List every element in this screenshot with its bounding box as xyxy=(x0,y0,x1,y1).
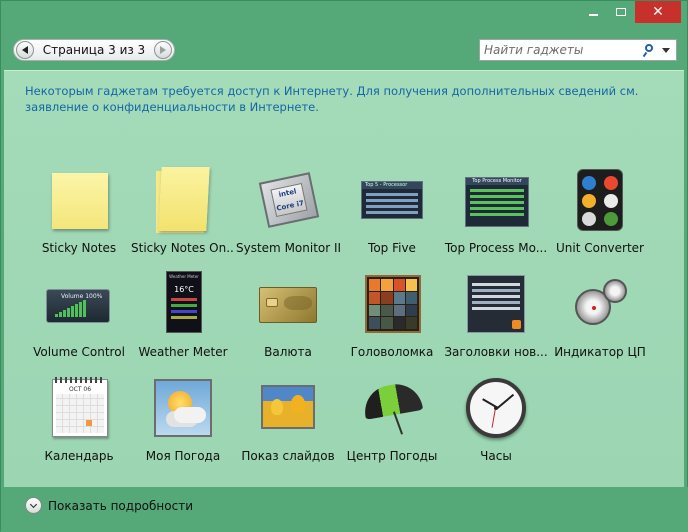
gadget-slideshow[interactable]: Показ слайдов xyxy=(236,375,340,463)
my-weather-icon xyxy=(150,375,216,441)
maximize-icon xyxy=(616,8,626,16)
currency-card-icon xyxy=(255,271,321,337)
gadget-system-monitor[interactable]: intel Core i7 System Monitor II xyxy=(236,167,340,255)
weather-meter-icon: Weather Meter 16°C xyxy=(150,271,216,337)
gadget-top-five[interactable]: Top 5 - Processor Top Five xyxy=(340,167,444,255)
gadget-panel: Некоторым гаджетам требуется доступ к Ин… xyxy=(4,70,684,487)
toolbar: Страница 3 из 3 xyxy=(13,39,677,61)
gadget-sticky-notes[interactable]: Sticky Notes xyxy=(27,167,131,255)
details-bar: Показать подробности xyxy=(1,487,688,532)
show-details-label: Показать подробности xyxy=(48,498,193,513)
gadget-label: Часы xyxy=(480,449,512,463)
internet-notice: Некоторым гаджетам требуется доступ к Ин… xyxy=(25,83,665,115)
top-five-icon: Top 5 - Processor xyxy=(359,167,425,233)
cpu-chip-icon: intel Core i7 xyxy=(255,167,321,233)
gadget-currency[interactable]: Валюта xyxy=(236,271,340,359)
gadget-gallery-window: ✕ Страница 3 из 3 Некоторым гаджетам тре… xyxy=(0,0,688,532)
gadget-label: Заголовки нов... xyxy=(444,345,548,359)
gadget-unit-converter[interactable]: Unit Converter xyxy=(548,167,652,255)
calendar-icon: OCT 06 xyxy=(46,375,112,441)
search-icon[interactable] xyxy=(642,43,657,58)
gadget-label: Volume Control xyxy=(33,345,125,359)
close-icon: ✕ xyxy=(652,4,664,20)
page-navigator: Страница 3 из 3 xyxy=(13,39,175,61)
gadget-volume-control[interactable]: Volume 100% Volume Control xyxy=(27,271,131,359)
gadget-my-weather[interactable]: Моя Погода xyxy=(131,375,235,463)
arrow-left-icon xyxy=(22,46,28,54)
gadget-label: Моя Погода xyxy=(145,449,221,463)
maximize-button[interactable] xyxy=(607,1,635,23)
cpu-meter-icon xyxy=(567,271,633,337)
show-details-button[interactable]: Показать подробности xyxy=(25,497,193,514)
weather-center-umbrella-icon xyxy=(359,375,425,441)
chevron-down-icon xyxy=(25,497,42,514)
gadget-weather-center[interactable]: Центр Погоды xyxy=(340,375,444,463)
puzzle-icon xyxy=(359,271,425,337)
gadget-sticky-notes-online[interactable]: Sticky Notes On... xyxy=(131,167,235,255)
gadget-label: Top Five xyxy=(368,241,416,255)
search-options-chevron-down-icon[interactable] xyxy=(659,43,673,57)
gadget-label: Sticky Notes On... xyxy=(131,241,235,255)
gadget-weather-meter[interactable]: Weather Meter 16°C Weather Meter xyxy=(131,271,235,359)
gadget-label: Sticky Notes xyxy=(41,241,117,255)
gadget-news-headlines[interactable]: Заголовки нов... xyxy=(444,271,548,359)
search-box xyxy=(479,39,677,61)
gadget-clock[interactable]: Часы xyxy=(444,375,548,463)
gadget-label: Календарь xyxy=(44,449,114,463)
gadget-calendar[interactable]: OCT 06 Календарь xyxy=(27,375,131,463)
top-process-monitor-icon: Top Process Monitor xyxy=(463,167,529,233)
next-page-button[interactable] xyxy=(154,41,172,59)
gadget-label: Центр Погоды xyxy=(346,449,438,463)
gadget-label: Валюта xyxy=(264,345,312,359)
volume-control-icon: Volume 100% xyxy=(46,271,112,337)
gadget-label: Top Process Mo... xyxy=(444,241,548,255)
gadget-label: System Monitor II xyxy=(236,241,340,255)
gadget-label: Unit Converter xyxy=(555,241,644,255)
gadget-top-process-monitor[interactable]: Top Process Monitor Top Process Mo... xyxy=(444,167,548,255)
gadget-label: Индикатор ЦП xyxy=(554,345,646,359)
rss-headlines-icon xyxy=(463,271,529,337)
previous-page-button[interactable] xyxy=(16,41,34,59)
search-input[interactable] xyxy=(480,43,643,57)
gadget-label: Головоломка xyxy=(350,345,434,359)
gadget-puzzle[interactable]: Головоломка xyxy=(340,271,444,359)
gadget-label: Показ слайдов xyxy=(241,449,335,463)
caption-buttons: ✕ xyxy=(579,1,681,23)
gadget-cpu-meter[interactable]: Индикатор ЦП xyxy=(548,271,652,359)
arrow-right-icon xyxy=(160,46,166,54)
slideshow-icon xyxy=(255,375,321,441)
privacy-notice-link[interactable]: Некоторым гаджетам требуется доступ к Ин… xyxy=(25,84,638,114)
minimize-icon xyxy=(588,14,598,16)
unit-converter-icon xyxy=(567,167,633,233)
page-indicator: Страница 3 из 3 xyxy=(42,43,146,57)
sticky-note-stack-icon xyxy=(150,167,216,233)
minimize-button[interactable] xyxy=(579,1,607,23)
close-button[interactable]: ✕ xyxy=(635,1,681,23)
sticky-note-icon xyxy=(46,167,112,233)
gadget-label: Weather Meter xyxy=(138,345,228,359)
clock-icon xyxy=(463,375,529,441)
